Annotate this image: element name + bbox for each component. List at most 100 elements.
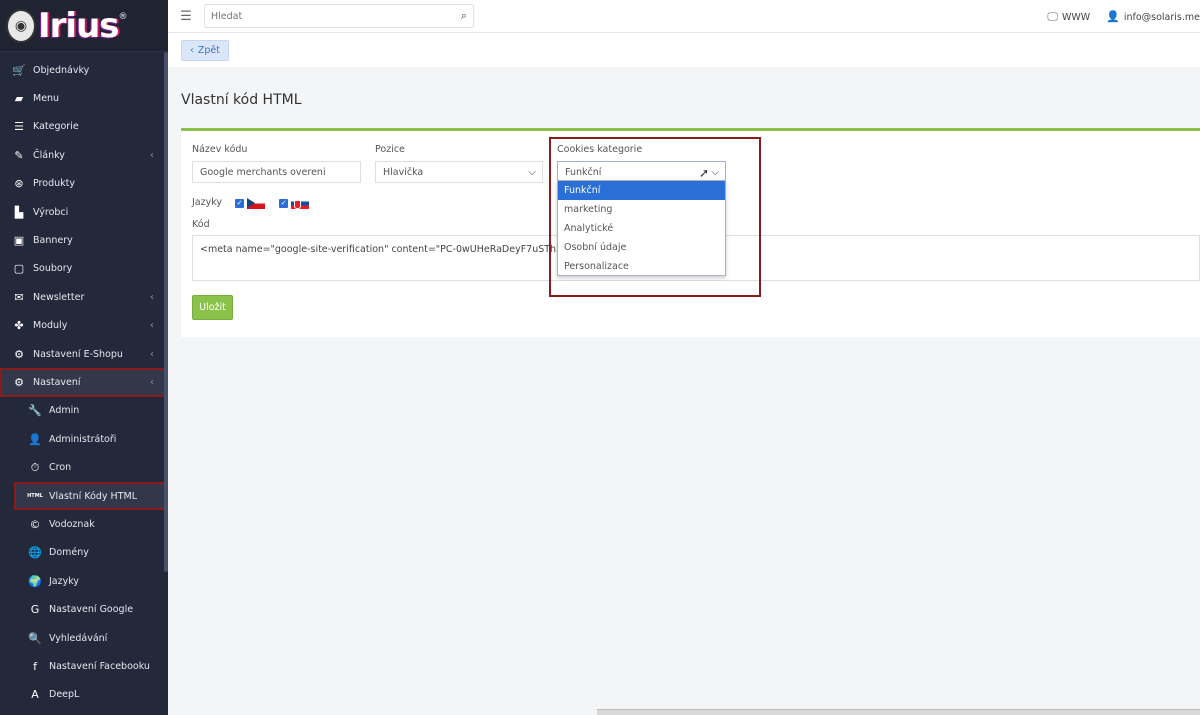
sidebar-item-label: Objednávky (33, 64, 90, 76)
sidebar-item-2[interactable]: ☰ Kategorie (0, 113, 168, 141)
sidebar-item-10[interactable]: ⚙ Nastavení E-Shopu ‹ (0, 340, 168, 368)
puzzle-icon: ✤ (14, 319, 24, 333)
cookies-option[interactable]: Osobní údaje (558, 238, 725, 257)
save-button[interactable]: Uložit (192, 295, 233, 320)
sidebar-item-3[interactable]: ✎ Články ‹ (0, 141, 168, 169)
sidebar-item-label: Nastavení E-Shopu (33, 348, 123, 360)
chevron-left-icon: ‹ (150, 320, 154, 332)
cogs-icon: ⚙ (14, 347, 24, 361)
name-value: Google merchants overeni (200, 166, 326, 178)
search-input[interactable] (211, 10, 461, 22)
cookies-option[interactable]: marketing (558, 200, 725, 219)
code-value: <meta name="google-site-verification" co… (200, 244, 591, 255)
position-select[interactable]: Hlavička ⌵ (375, 161, 543, 183)
pencil-icon: ✎ (14, 148, 24, 162)
sidebar-subitem-label: Admin (49, 405, 80, 417)
search-icon: 🔍 (28, 631, 42, 645)
sidebar-subitem-0[interactable]: 🔧 Admin (0, 397, 168, 425)
sidebar-item-11[interactable]: ⚙ Nastavení ‹ (0, 368, 168, 397)
hamburger-menu-icon[interactable]: ☰ (168, 9, 204, 24)
monitor-icon: 🖵 (1047, 9, 1058, 23)
user-menu[interactable]: 👤 info@solaris.me (1106, 10, 1200, 23)
sidebar-item-0[interactable]: 🛒 Objednávky (0, 56, 168, 84)
cart-icon: 🛒 (12, 63, 26, 77)
page-title: Vlastní kód HTML (181, 92, 302, 108)
sidebar-item-label: Moduly (33, 320, 68, 332)
google-icon: G (30, 603, 40, 617)
sidebar-item-label: Soubory (33, 263, 73, 275)
sidebar-subitem-label: Administrátoři (49, 433, 117, 445)
cogs-icon: ⚙ (14, 375, 24, 389)
logo[interactable]: ◉ Irius ® (0, 0, 168, 52)
mouse-cursor-icon: ➚ (699, 166, 710, 180)
code-label: Kód (192, 219, 210, 230)
stopwatch-icon: ⏱ (30, 460, 40, 474)
cookies-option[interactable]: Analytické (558, 219, 725, 238)
sidebar-subitem-label: Vyhledávání (49, 632, 108, 644)
sidebar-scrollbar[interactable] (164, 52, 168, 572)
language-sk[interactable]: ✓ (279, 196, 309, 209)
image-icon: ▣ (13, 234, 25, 248)
sidebar-subitem-10[interactable]: A DeepL (0, 681, 168, 709)
sidebar-item-label: Newsletter (33, 291, 85, 303)
dribbble-icon: ⊛ (14, 177, 24, 191)
translate-icon: A (31, 688, 39, 702)
top-bar: ☰ ⌕ 🖵WWW 👤info@solaris.me (168, 0, 1200, 33)
astronaut-logo-icon: ◉ (6, 8, 36, 43)
chevron-left-icon: ‹ (150, 348, 154, 360)
user-email: info@solaris.me (1123, 12, 1200, 23)
sidebar: ◉ Irius ® 🛒 Objednávky ▰ Menu ☰ Kategorie ✎ Člá… (0, 0, 168, 715)
sidebar-subitem-5[interactable]: 🌐 Domény (0, 539, 168, 567)
sidebar-subitem-2[interactable]: ⏱ Cron (0, 453, 168, 481)
sidebar-subitem-4[interactable]: © Vodoznak (0, 510, 168, 538)
sidebar-item-4[interactable]: ⊛ Produkty (0, 170, 168, 198)
language-cz[interactable]: ✓ (235, 196, 265, 209)
www-link[interactable]: 🖵 WWW (1047, 10, 1090, 24)
checkbox-checked-icon[interactable]: ✓ (279, 198, 288, 208)
sidebar-item-7[interactable]: ▢ Soubory (0, 255, 168, 283)
sidebar-item-label: Bannery (33, 235, 73, 247)
copyright-icon: © (29, 517, 41, 531)
wrench-icon: 🔧 (28, 404, 42, 418)
chevron-left-icon: ‹ (150, 291, 154, 303)
sidebar-item-9[interactable]: ✤ Moduly ‹ (0, 312, 168, 340)
checkbox-checked-icon[interactable]: ✓ (235, 198, 244, 208)
sidebar-item-6[interactable]: ▣ Bannery (0, 226, 168, 254)
user-icon: 👤 (28, 432, 42, 446)
back-row: ‹ Zpět (168, 33, 1200, 67)
sidebar-subitem-label: Nastavení Google (49, 604, 134, 616)
sidebar-subitem-3[interactable]: HTML Vlastní Kódy HTML (14, 481, 168, 511)
chevron-left-icon: ‹ (150, 376, 154, 388)
name-field[interactable]: Google merchants overeni (192, 161, 361, 183)
facebook-icon: f (33, 659, 37, 673)
envelope-icon: ✉ (14, 290, 24, 304)
cookies-option[interactable]: Funkční (558, 181, 725, 200)
sidebar-item-5[interactable]: ▙ Výrobci (0, 198, 168, 226)
sidebar-item-8[interactable]: ✉ Newsletter ‹ (0, 283, 168, 311)
html-icon: HTML (27, 493, 43, 500)
sidebar-item-label: Nastavení (33, 376, 81, 388)
sidebar-item-label: Menu (33, 93, 60, 105)
back-label: Zpět (197, 45, 220, 56)
position-value: Hlavička (383, 166, 424, 178)
sidebar-item-1[interactable]: ▰ Menu (0, 84, 168, 112)
cookies-option[interactable]: Personalizace (558, 257, 725, 276)
back-button[interactable]: ‹ Zpět (181, 40, 229, 61)
sidebar-subitem-label: Domény (49, 547, 89, 559)
slovak-flag-icon (291, 197, 309, 209)
chevron-left-icon: ‹ (190, 45, 194, 56)
search-box[interactable]: ⌕ (204, 4, 474, 28)
search-icon[interactable]: ⌕ (461, 9, 467, 23)
chevron-down-icon: ⌵ (528, 166, 536, 178)
sidebar-subitem-8[interactable]: 🔍 Vyhledávání (0, 624, 168, 652)
sidebar-subitem-9[interactable]: f Nastavení Facebooku (0, 652, 168, 680)
logo-registered-mark: ® (118, 12, 128, 22)
sidebar-subitem-1[interactable]: 👤 Administrátoři (0, 425, 168, 453)
file-icon: ▢ (13, 262, 25, 276)
sidebar-item-label: Kategorie (33, 121, 79, 133)
sidebar-subitem-6[interactable]: 🌍 Jazyky (0, 567, 168, 595)
sidebar-subitem-7[interactable]: G Nastavení Google (0, 595, 168, 623)
taskbar-strip (597, 709, 1200, 715)
sidebar-item-label: Články (33, 149, 65, 161)
sidebar-subitem-label: Jazyky (49, 575, 80, 587)
